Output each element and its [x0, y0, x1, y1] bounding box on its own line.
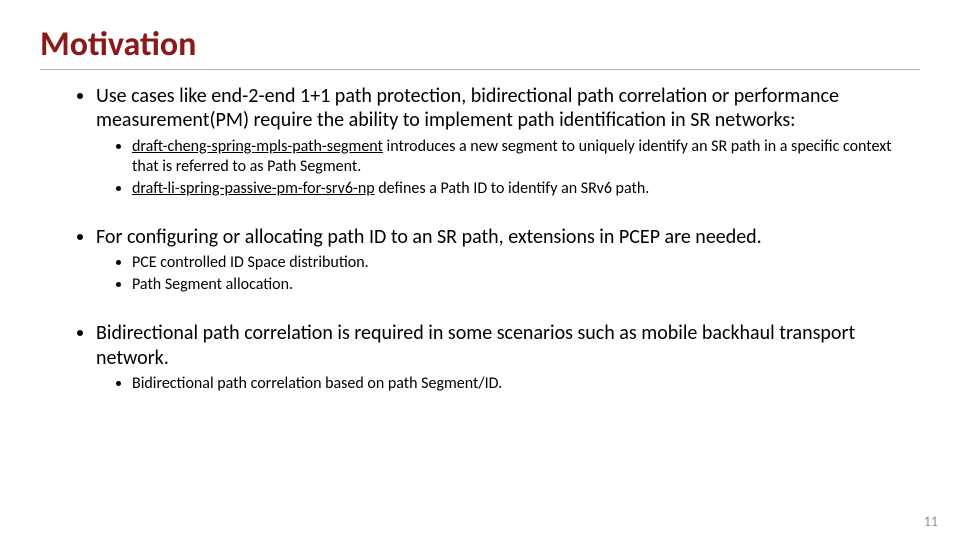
bullet-text: Use cases like end-2-end 1+1 path protec…: [96, 84, 839, 132]
sub-bullet-list: Bidirectional path correlation based on …: [96, 374, 920, 394]
sub-bullet-item: draft-cheng-spring-mpls-path-segment int…: [132, 137, 920, 177]
bullet-item: For configuring or allocating path ID to…: [96, 225, 920, 295]
sub-bullet-list: PCE controlled ID Space distribution. Pa…: [96, 253, 920, 295]
sub-bullet-item: draft-li-spring-passive-pm-for-srv6-np d…: [132, 179, 920, 199]
bullet-text: Bidirectional path correlation is requir…: [96, 321, 855, 369]
slide: Motivation Use cases like end-2-end 1+1 …: [0, 0, 960, 540]
bullet-text: For configuring or allocating path ID to…: [96, 225, 762, 249]
sub-bullet-list: draft-cheng-spring-mpls-path-segment int…: [96, 137, 920, 199]
title-rule: [40, 69, 920, 70]
sub-bullet-rest: Bidirectional path correlation based on …: [132, 374, 502, 393]
sub-bullet-rest: defines a Path ID to identify an SRv6 pa…: [375, 179, 650, 198]
bullet-item: Bidirectional path correlation is requir…: [96, 321, 920, 394]
sub-bullet-lead: draft-cheng-spring-mpls-path-segment: [132, 137, 383, 156]
sub-bullet-rest: Path Segment allocation.: [132, 275, 293, 294]
page-number: 11: [924, 513, 938, 530]
bullet-item: Use cases like end-2-end 1+1 path protec…: [96, 84, 920, 199]
sub-bullet-item: PCE controlled ID Space distribution.: [132, 253, 920, 273]
sub-bullet-rest: PCE controlled ID Space distribution.: [132, 253, 369, 272]
sub-bullet-lead: draft-li-spring-passive-pm-for-srv6-np: [132, 179, 375, 198]
bullet-list: Use cases like end-2-end 1+1 path protec…: [40, 84, 920, 394]
sub-bullet-item: Path Segment allocation.: [132, 275, 920, 295]
slide-title: Motivation: [40, 24, 920, 65]
sub-bullet-item: Bidirectional path correlation based on …: [132, 374, 920, 394]
